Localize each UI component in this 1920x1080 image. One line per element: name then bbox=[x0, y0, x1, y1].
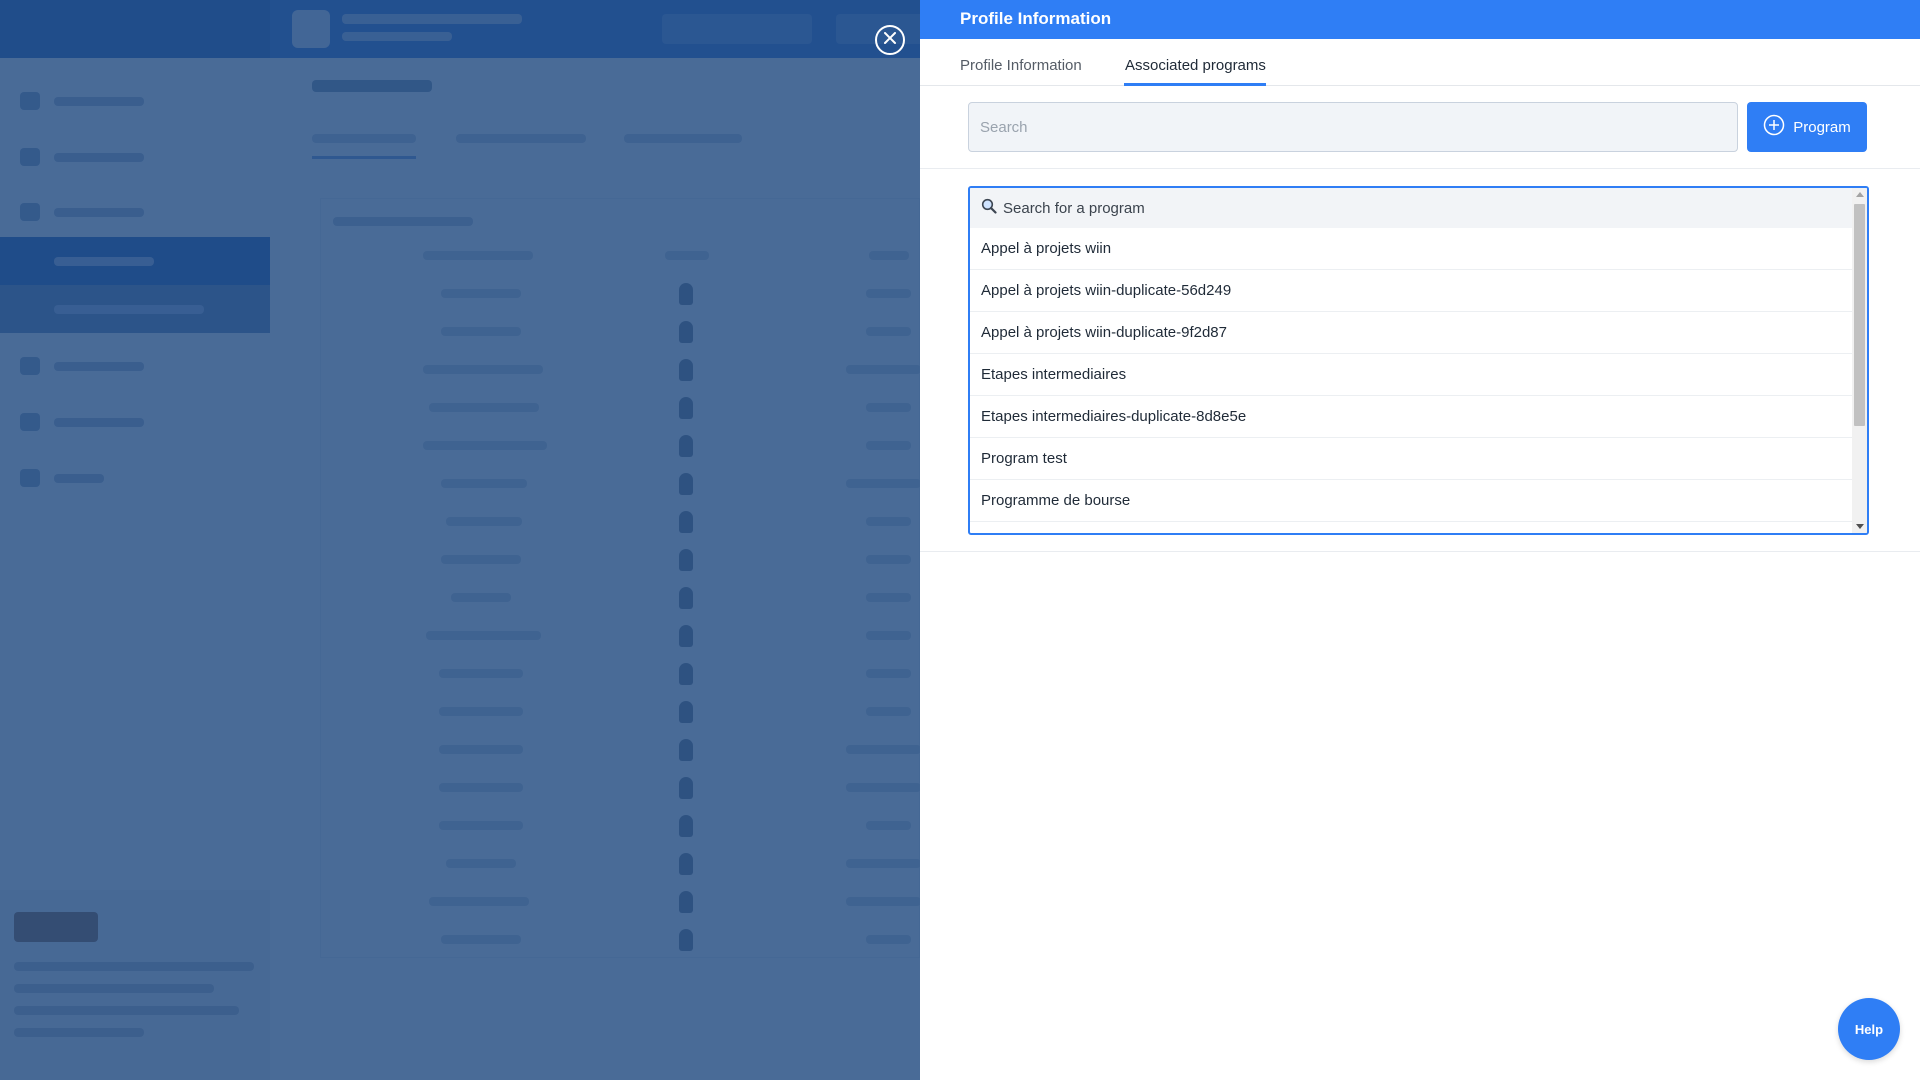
program-option[interactable]: Programme de bourse bbox=[970, 480, 1852, 522]
program-option[interactable]: Etapes intermediaires-duplicate-8d8e5e bbox=[970, 396, 1852, 438]
dropdown-search-label: Search for a program bbox=[1003, 199, 1145, 217]
program-option[interactable]: Appel à projets wiin bbox=[970, 228, 1852, 270]
program-option[interactable]: Appel à projets wiin-duplicate-56d249 bbox=[970, 270, 1852, 312]
program-dropdown[interactable]: Search for a program Appel à projets wii… bbox=[968, 186, 1869, 535]
add-program-button[interactable]: Program bbox=[1747, 102, 1867, 152]
program-option[interactable]: Appel à projets wiin-duplicate-9f2d87 bbox=[970, 312, 1852, 354]
program-dropdown-section: Search for a program Appel à projets wii… bbox=[920, 169, 1920, 552]
scroll-down-arrow-icon[interactable] bbox=[1856, 524, 1864, 529]
tab-profile-information[interactable]: Profile Information bbox=[960, 57, 1082, 74]
drawer-title: Profile Information bbox=[920, 0, 1920, 39]
close-icon bbox=[884, 31, 896, 49]
program-option[interactable]: Program test bbox=[970, 438, 1852, 480]
plus-circle-icon bbox=[1763, 114, 1785, 140]
tab-associated-programs[interactable]: Associated programs bbox=[1125, 57, 1266, 74]
program-list: Appel à projets wiin Appel à projets wii… bbox=[970, 228, 1852, 522]
drawer-tabs: Profile Information Associated programs bbox=[920, 39, 1920, 86]
add-program-label: Program bbox=[1793, 118, 1851, 136]
scrollbar-thumb[interactable] bbox=[1854, 204, 1865, 426]
search-icon bbox=[981, 198, 1003, 218]
scroll-up-arrow-icon[interactable] bbox=[1856, 192, 1864, 197]
dropdown-scrollbar[interactable] bbox=[1852, 188, 1867, 533]
program-search-input[interactable] bbox=[968, 102, 1738, 152]
help-button[interactable]: Help bbox=[1838, 998, 1900, 1060]
program-option[interactable]: Etapes intermediaires bbox=[970, 354, 1852, 396]
search-row: Program bbox=[920, 86, 1920, 169]
modal-overlay[interactable] bbox=[0, 0, 920, 1080]
profile-drawer: Profile Information Profile Information … bbox=[920, 0, 1920, 1080]
dropdown-search-field[interactable]: Search for a program bbox=[970, 188, 1852, 228]
close-drawer-button[interactable] bbox=[875, 25, 905, 55]
